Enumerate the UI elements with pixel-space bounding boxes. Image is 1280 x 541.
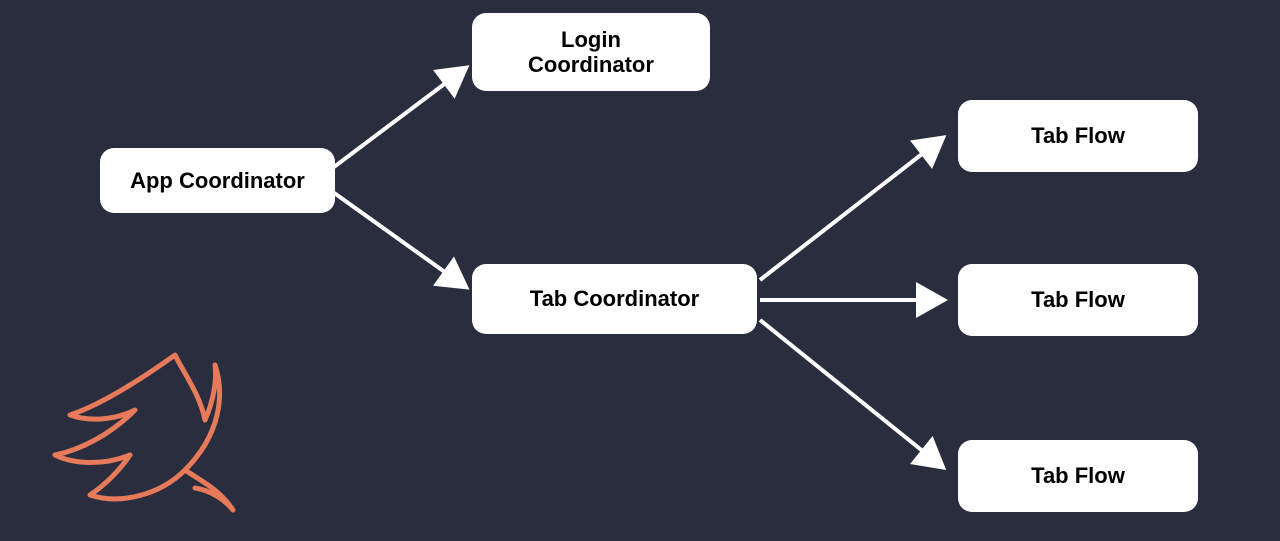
node-login-coordinator: Login Coordinator: [472, 13, 710, 91]
node-label: Login Coordinator: [528, 27, 654, 78]
arrow-tab-to-flow3: [760, 320, 940, 465]
node-label: Tab Flow: [1031, 287, 1125, 312]
diagram-canvas: App Coordinator Login Coordinator Tab Co…: [0, 0, 1280, 541]
node-label: Tab Flow: [1031, 463, 1125, 488]
swift-logo-icon: [25, 340, 255, 540]
node-tab-flow-2: Tab Flow: [958, 264, 1198, 336]
node-tab-flow-1: Tab Flow: [958, 100, 1198, 172]
node-tab-coordinator: Tab Coordinator: [472, 264, 757, 334]
node-label: Tab Coordinator: [530, 286, 699, 311]
node-app-coordinator: App Coordinator: [100, 148, 335, 213]
node-tab-flow-3: Tab Flow: [958, 440, 1198, 512]
arrow-tab-to-flow1: [760, 140, 940, 280]
node-label: Tab Flow: [1031, 123, 1125, 148]
arrow-app-to-login: [330, 70, 463, 170]
node-label: App Coordinator: [130, 168, 305, 193]
arrow-app-to-tab: [330, 190, 463, 285]
